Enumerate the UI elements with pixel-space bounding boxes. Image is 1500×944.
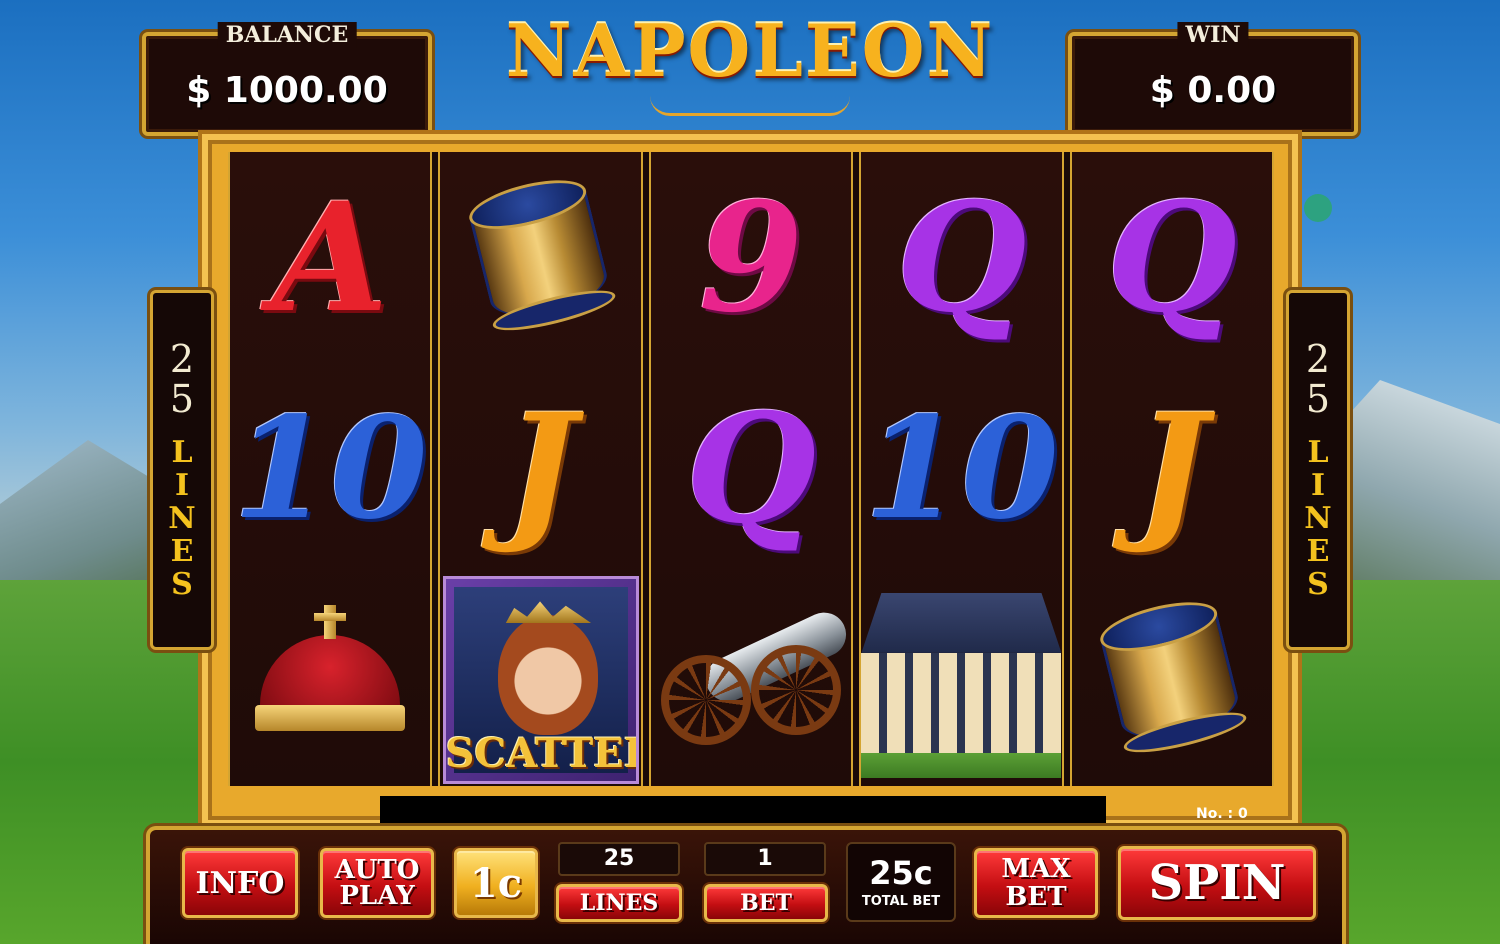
lines-button-label: LINES [579,890,659,916]
status-indicator-icon [1304,194,1332,222]
reel-3: 9 Q [648,152,854,786]
cannon-icon [661,605,854,755]
total-bet-value: 25c [869,854,933,892]
symbol-ace: A [230,152,430,363]
lines-count-right: 25 [1296,337,1340,417]
max-bet-label-line1: MAX [1001,854,1071,884]
info-button[interactable]: INFO [182,848,298,918]
drum-icon [450,167,632,349]
ten-symbol: 10 [864,386,1059,551]
spin-button[interactable]: SPIN [1118,846,1316,920]
reel-2: J SCATTER [438,152,643,786]
reel-5: Q J [1069,152,1275,786]
lines-count-left: 25 [160,337,204,417]
game-number: No. : 0 [1196,806,1248,822]
win-value: $ 0.00 [1149,70,1277,111]
total-bet-display: 25c TOTAL BET [846,842,956,922]
queen-symbol: Q [896,169,1027,346]
symbol-palace [861,575,1062,786]
balance-label: BALANCE [217,22,357,48]
queen-symbol: Q [1106,169,1238,346]
reel-4: Q 10 [859,152,1064,786]
message-bar [380,796,1106,826]
lines-word-left: LINES [164,435,200,600]
ace-symbol: A [272,169,389,346]
drum-icon [1081,589,1263,771]
win-label: WIN [1177,22,1249,48]
autoplay-button[interactable]: AUTO PLAY [320,848,434,918]
symbol-drum [440,152,640,363]
total-bet-label: TOTAL BET [861,894,941,909]
symbol-cannon [651,575,854,786]
symbol-ten: 10 [230,363,430,574]
max-bet-label-line2: BET [1005,882,1067,912]
symbol-queen: Q [1072,152,1272,363]
lines-panel-right: 25 LINES [1286,290,1350,650]
jack-symbol: J [505,380,577,557]
win-panel: WIN $ 0.00 [1068,22,1358,136]
autoplay-label-line2: PLAY [339,881,415,911]
palace-icon [861,583,1062,778]
reel-area: A 10 J SCATTER 9 Q Q 10 Q J [228,152,1275,786]
symbol-crown [230,575,430,786]
nine-symbol: 9 [698,169,804,346]
symbol-jack: J [1072,363,1272,574]
symbol-queen: Q [651,363,851,574]
lines-button[interactable]: LINES [556,884,682,922]
symbol-jack: J [440,363,640,574]
title-ornament [650,96,850,116]
spin-button-label: SPIN [1148,855,1286,911]
bet-button[interactable]: BET [704,884,828,922]
lines-value-display: 25 [558,842,680,876]
scatter-icon: SCATTER [442,576,639,785]
autoplay-label-line1: AUTO [334,855,420,885]
game-title-logo: NAPOLEON [505,8,995,93]
jack-symbol: J [1136,380,1208,557]
coin-value-label: 1c [469,859,523,907]
lines-word-right: LINES [1300,435,1336,600]
symbol-drum [1072,575,1272,786]
symbol-ten: 10 [861,363,1061,574]
reel-1: A 10 [228,152,433,786]
ten-symbol: 10 [232,386,428,551]
bet-value-display: 1 [704,842,826,876]
lines-panel-left: 25 LINES [150,290,214,650]
balance-panel: BALANCE $ 1000.00 [142,22,432,136]
crown-icon [240,605,420,755]
queen-symbol: Q [685,380,817,557]
bet-button-label: BET [740,890,792,916]
symbol-queen: Q [861,152,1061,363]
symbol-nine: 9 [651,152,851,363]
balance-value: $ 1000.00 [186,70,388,111]
symbol-scatter: SCATTER [440,575,640,786]
info-button-label: INFO [195,865,285,901]
scatter-label: SCATTER [445,730,639,778]
coin-value-button[interactable]: 1c [454,848,538,918]
max-bet-button[interactable]: MAX BET [974,848,1098,918]
